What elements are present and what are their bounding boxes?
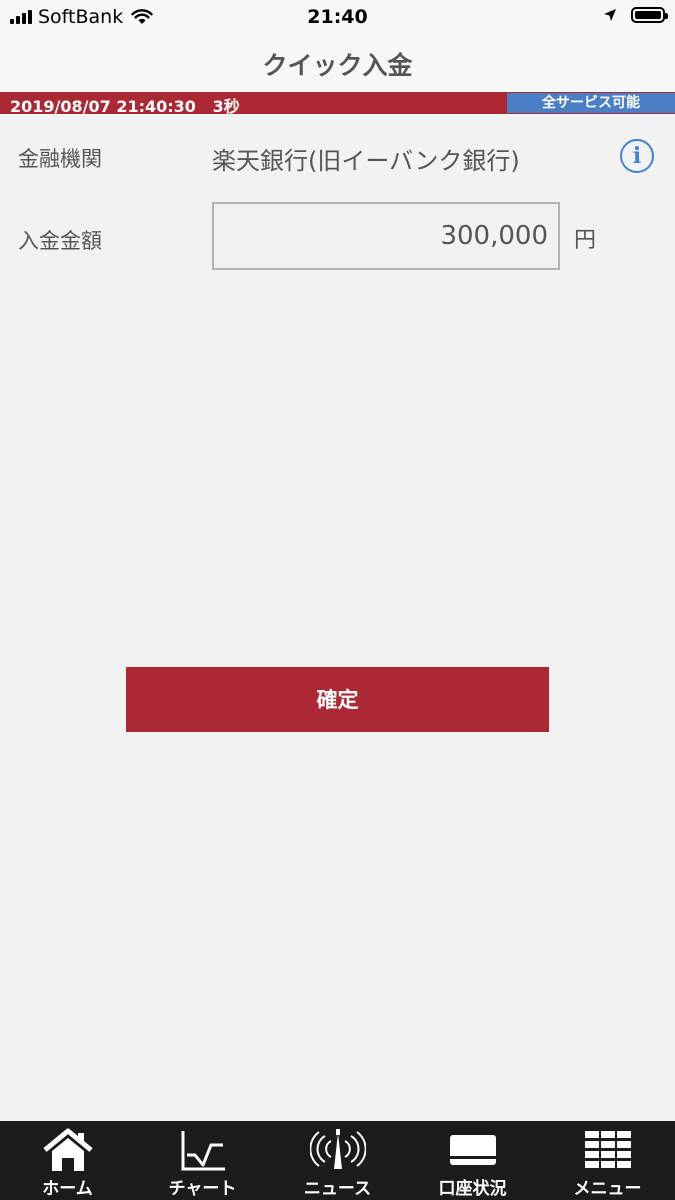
chart-icon — [181, 1131, 225, 1171]
info-icon[interactable]: i — [620, 139, 654, 173]
status-time: 21:40 — [307, 6, 368, 28]
amount-label: 入金金額 — [18, 229, 102, 253]
market-info-strip: 2019/08/07 21:40:30 3秒 全サービス可能 — [0, 92, 675, 117]
nav-header: クイック入金 — [0, 36, 675, 92]
news-antenna-icon — [309, 1129, 366, 1169]
home-icon — [42, 1128, 93, 1171]
battery-level — [635, 11, 661, 19]
location-arrow-icon — [604, 9, 616, 21]
tab-news[interactable]: ニュース — [270, 1121, 405, 1200]
refresh-interval: 3秒 — [212, 97, 240, 116]
strip-datetime-group: 2019/08/07 21:40:30 3秒 — [10, 93, 240, 117]
tab-menu-label: メニュー — [573, 1179, 642, 1199]
status-right — [603, 7, 668, 23]
update-datetime: 2019/08/07 21:40:30 — [10, 97, 196, 116]
menu-grid-icon — [584, 1131, 631, 1168]
amount-input[interactable] — [212, 202, 560, 270]
tab-menu[interactable]: メニュー — [540, 1121, 675, 1200]
service-status-badge: 全サービス可能 — [507, 93, 675, 113]
tab-account[interactable]: 口座状況 — [405, 1121, 540, 1200]
tab-home[interactable]: ホーム — [0, 1121, 135, 1200]
institution-value: 楽天銀行(旧イーバンク銀行) — [212, 147, 520, 175]
tab-news-label: ニュース — [303, 1179, 372, 1199]
battery-icon — [631, 7, 668, 23]
card-icon — [449, 1135, 496, 1165]
tab-chart[interactable]: チャート — [135, 1121, 270, 1200]
institution-label: 金融機関 — [18, 147, 102, 171]
tab-account-label: 口座状況 — [438, 1179, 507, 1199]
tab-bar: ホーム チャート ニュース 口座状況 メニュー — [0, 1121, 675, 1200]
tab-chart-label: チャート — [168, 1179, 237, 1199]
confirm-button[interactable]: 確定 — [126, 667, 549, 732]
tab-home-label: ホーム — [42, 1179, 93, 1199]
page-title: クイック入金 — [262, 51, 413, 80]
status-bar: SoftBank 21:40 — [0, 0, 675, 36]
amount-unit: 円 — [574, 228, 597, 253]
